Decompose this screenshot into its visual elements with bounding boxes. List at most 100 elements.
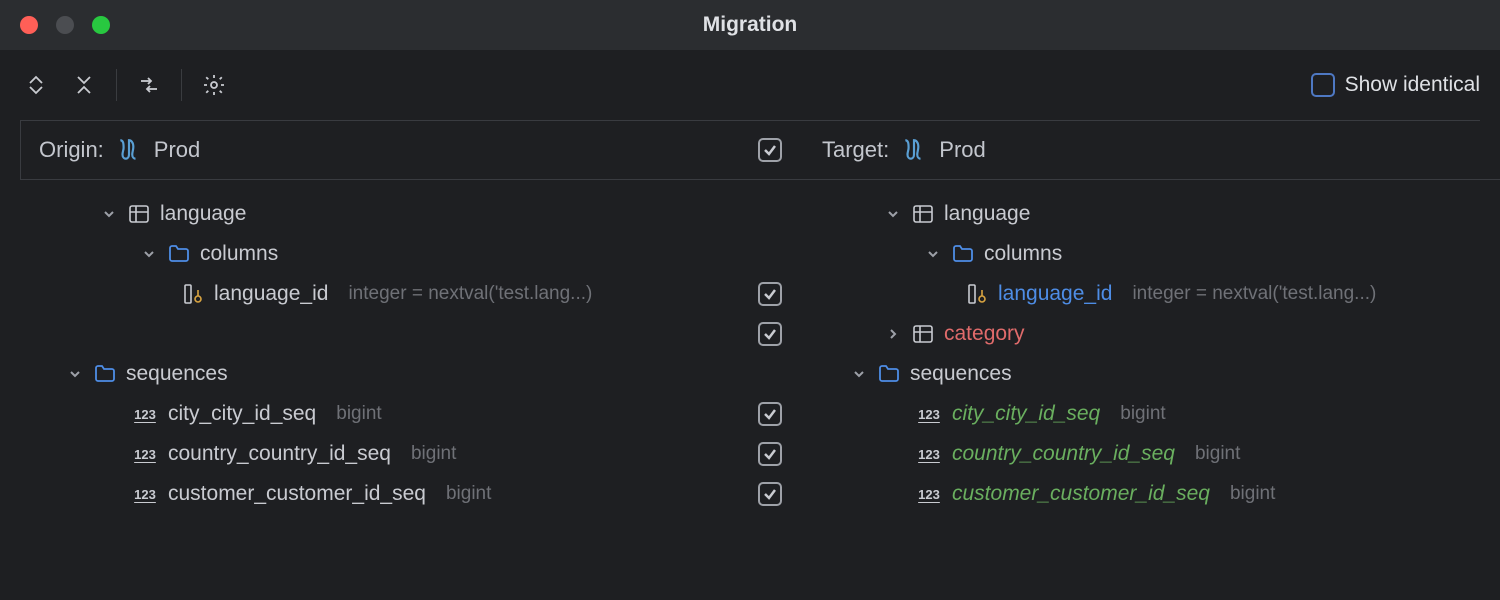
toolbar-separator	[181, 69, 182, 101]
tree-label: columns	[984, 242, 1062, 266]
chevron-down-icon	[850, 365, 868, 383]
show-identical-toggle[interactable]: Show identical	[1311, 73, 1480, 97]
tree-node-sequences[interactable]: sequences	[804, 354, 1500, 394]
origin-db-name: Prod	[154, 137, 200, 163]
sequence-icon: 123	[914, 487, 944, 502]
tree-spacer	[20, 314, 736, 354]
tree-label: category	[944, 322, 1025, 346]
toolbar: Show identical	[0, 50, 1500, 120]
folder-icon	[950, 241, 976, 267]
row-checkbox[interactable]	[758, 322, 782, 346]
show-identical-checkbox[interactable]	[1311, 73, 1335, 97]
chevron-right-icon	[884, 325, 902, 343]
column-type: integer = nextval('test.lang...)	[348, 283, 592, 305]
postgres-icon	[116, 137, 142, 163]
chevron-down-icon	[100, 205, 118, 223]
sequence-type: bigint	[1195, 443, 1240, 465]
tree-label: sequences	[910, 362, 1012, 386]
window-controls	[20, 16, 110, 34]
tree-node-language[interactable]: language	[804, 194, 1500, 234]
expand-all-button[interactable]	[20, 69, 52, 101]
tree-node-sequence[interactable]: 123 country_country_id_seq bigint	[20, 434, 736, 474]
tree-node-category[interactable]: category	[804, 314, 1500, 354]
collapse-all-button[interactable]	[68, 69, 100, 101]
column-key-icon	[964, 281, 990, 307]
tree-label: language	[160, 202, 246, 226]
tree-node-sequences[interactable]: sequences	[20, 354, 736, 394]
column-type: integer = nextval('test.lang...)	[1132, 283, 1376, 305]
window-title: Migration	[0, 13, 1500, 37]
target-db-name: Prod	[939, 137, 985, 163]
tree-label: sequences	[126, 362, 228, 386]
zoom-window-button[interactable]	[92, 16, 110, 34]
tree-node-column[interactable]: language_id integer = nextval('test.lang…	[20, 274, 736, 314]
row-checkbox[interactable]	[758, 482, 782, 506]
chevron-down-icon	[884, 205, 902, 223]
tree-node-sequence[interactable]: 123 city_city_id_seq bigint	[804, 394, 1500, 434]
table-icon	[910, 201, 936, 227]
sequence-type: bigint	[1230, 483, 1275, 505]
tree-node-sequence[interactable]: 123 country_country_id_seq bigint	[804, 434, 1500, 474]
sequence-type: bigint	[411, 443, 456, 465]
chevron-down-icon	[66, 365, 84, 383]
checkbox-column	[736, 180, 804, 514]
origin-label: Origin:	[39, 137, 104, 163]
tree-node-column[interactable]: language_id integer = nextval('test.lang…	[804, 274, 1500, 314]
sequence-icon: 123	[130, 407, 160, 422]
postgres-icon	[901, 137, 927, 163]
tree-label: language_id	[998, 282, 1112, 306]
settings-button[interactable]	[198, 69, 230, 101]
sequence-type: bigint	[446, 483, 491, 505]
row-checkbox-cell	[736, 434, 804, 474]
tree-node-sequence[interactable]: 123 city_city_id_seq bigint	[20, 394, 736, 434]
row-checkbox[interactable]	[758, 442, 782, 466]
chevron-down-icon	[924, 245, 942, 263]
minimize-window-button[interactable]	[56, 16, 74, 34]
row-checkbox-cell	[736, 274, 804, 314]
tree-node-columns[interactable]: columns	[804, 234, 1500, 274]
titlebar: Migration	[0, 0, 1500, 50]
tree-label: language	[944, 202, 1030, 226]
row-checkbox[interactable]	[758, 282, 782, 306]
sequence-icon: 123	[130, 487, 160, 502]
tree-label: country_country_id_seq	[952, 442, 1175, 466]
folder-icon	[92, 361, 118, 387]
tree-label: country_country_id_seq	[168, 442, 391, 466]
row-checkbox[interactable]	[758, 402, 782, 426]
origin-tree: language columns language_id integer = n…	[20, 180, 736, 514]
close-window-button[interactable]	[20, 16, 38, 34]
row-checkbox-cell	[736, 394, 804, 434]
sequence-icon: 123	[130, 447, 160, 462]
tree-label: city_city_id_seq	[952, 402, 1100, 426]
toolbar-separator	[116, 69, 117, 101]
target-header: Target: Prod	[804, 121, 1500, 180]
tree-node-sequence[interactable]: 123 customer_customer_id_seq bigint	[20, 474, 736, 514]
tree-node-language[interactable]: language	[20, 194, 736, 234]
table-icon	[910, 321, 936, 347]
select-all-cell	[736, 121, 804, 180]
row-checkbox-cell	[736, 314, 804, 354]
tree-label: city_city_id_seq	[168, 402, 316, 426]
select-all-checkbox[interactable]	[758, 138, 782, 162]
target-tree: language columns language_id integer = n…	[804, 180, 1500, 514]
origin-header: Origin: Prod	[20, 121, 736, 180]
tree-label: language_id	[214, 282, 328, 306]
folder-icon	[166, 241, 192, 267]
tree-label: columns	[200, 242, 278, 266]
tree-label: customer_customer_id_seq	[168, 482, 426, 506]
sequence-type: bigint	[1120, 403, 1165, 425]
sequence-type: bigint	[336, 403, 381, 425]
swap-button[interactable]	[133, 69, 165, 101]
chevron-down-icon	[140, 245, 158, 263]
folder-icon	[876, 361, 902, 387]
tree-node-columns[interactable]: columns	[20, 234, 736, 274]
tree-node-sequence[interactable]: 123 customer_customer_id_seq bigint	[804, 474, 1500, 514]
table-icon	[126, 201, 152, 227]
column-key-icon	[180, 281, 206, 307]
sequence-icon: 123	[914, 407, 944, 422]
sequence-icon: 123	[914, 447, 944, 462]
show-identical-label: Show identical	[1345, 73, 1480, 97]
tree-label: customer_customer_id_seq	[952, 482, 1210, 506]
target-label: Target:	[822, 137, 889, 163]
row-checkbox-cell	[736, 474, 804, 514]
